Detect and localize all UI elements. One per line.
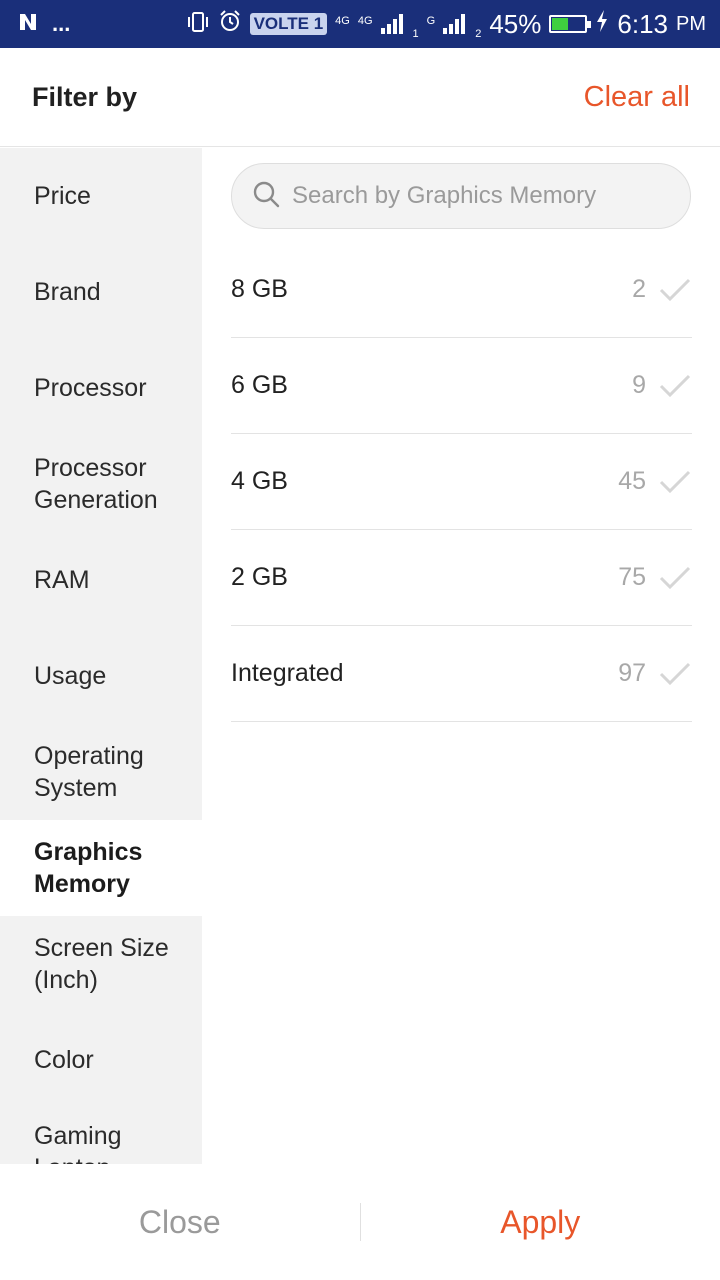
sidebar-item-label: Color [34, 1046, 94, 1074]
sidebar-item-label: Processor Generation [34, 454, 158, 514]
option-label: 6 GB [231, 371, 288, 399]
battery-fill [552, 18, 568, 30]
list-item[interactable]: Integrated 97 [231, 626, 692, 722]
alarm-icon [218, 9, 242, 40]
list-item[interactable]: 6 GB 9 [231, 338, 692, 434]
status-bar-right: VOLTE 1 4G 4G 1 G 2 45% 6:13 PM [186, 9, 706, 40]
sidebar-item-label: Price [34, 182, 91, 210]
option-count: 2 [632, 275, 646, 303]
vibrate-icon [186, 9, 210, 40]
app-notification-icon [18, 11, 38, 37]
volte-badge: VOLTE 1 [249, 13, 328, 35]
sidebar-item-label: Processor [34, 374, 147, 402]
sidebar-item-color[interactable]: Color [0, 1012, 202, 1108]
sidebar-item-processor[interactable]: Processor [0, 340, 202, 436]
apply-button[interactable]: Apply [361, 1204, 720, 1241]
option-count: 75 [618, 563, 646, 591]
network-type-1: 4G [335, 14, 350, 27]
sidebar-item-label: Screen Size (Inch) [34, 934, 169, 994]
option-count: 9 [632, 371, 646, 399]
signal-sim2-icon [443, 14, 466, 34]
search-input[interactable] [292, 182, 672, 210]
status-bar-left: ... [18, 11, 70, 37]
close-button[interactable]: Close [0, 1204, 360, 1241]
clear-all-button[interactable]: Clear all [584, 81, 690, 114]
checkmark-icon[interactable] [658, 273, 692, 307]
sidebar-item-ram[interactable]: RAM [0, 532, 202, 628]
sidebar-item-label: Brand [34, 278, 101, 306]
sidebar-item-screen-size[interactable]: Screen Size (Inch) [0, 916, 202, 1012]
search-icon [252, 180, 280, 213]
sidebar-item-usage[interactable]: Usage [0, 628, 202, 724]
sidebar-item-gaming-laptop[interactable]: Gaming Laptop [0, 1108, 202, 1164]
sim1-label: 1 [412, 27, 419, 40]
sidebar-item-label: Operating System [34, 742, 144, 802]
clock-ampm: PM [676, 12, 706, 35]
sim2-label: 2 [475, 27, 482, 40]
more-notifications-dots: ... [52, 11, 71, 36]
option-label: 2 GB [231, 563, 288, 591]
battery-icon [549, 15, 592, 33]
list-item[interactable]: 2 GB 75 [231, 530, 692, 626]
option-label: Integrated [231, 659, 344, 687]
checkmark-icon[interactable] [658, 561, 692, 595]
sidebar-item-label: Graphics Memory [34, 838, 143, 898]
checkmark-icon[interactable] [658, 369, 692, 403]
list-item[interactable]: 4 GB 45 [231, 434, 692, 530]
sidebar-item-label: Usage [34, 662, 107, 690]
checkmark-icon[interactable] [658, 657, 692, 691]
sidebar-item-label: Gaming Laptop [34, 1122, 122, 1164]
sidebar-item-label: RAM [34, 566, 90, 594]
list-item[interactable]: 8 GB 2 [231, 242, 692, 338]
filter-options-panel: 8 GB 2 6 GB 9 4 GB 45 2 GB 75 Integrated… [202, 148, 720, 1164]
sim2-network-type: G [426, 14, 436, 27]
page-title: Filter by [32, 81, 138, 112]
option-count: 97 [618, 659, 646, 687]
checkmark-icon[interactable] [658, 465, 692, 499]
battery-percent: 45% [489, 8, 542, 39]
filter-category-sidebar: Price Brand Processor Processor Generati… [0, 148, 202, 1164]
network-type-2: 4G [357, 14, 373, 27]
sidebar-item-price[interactable]: Price [0, 148, 202, 244]
sidebar-item-processor-generation[interactable]: Processor Generation [0, 436, 202, 532]
sidebar-item-graphics-memory[interactable]: Graphics Memory [0, 820, 202, 916]
option-label: 8 GB [231, 275, 288, 303]
footer-actions: Close Apply [0, 1164, 720, 1280]
option-count: 45 [618, 467, 646, 495]
charging-icon [595, 9, 609, 40]
option-label: 4 GB [231, 467, 288, 495]
signal-sim1-icon [380, 14, 403, 34]
sidebar-item-brand[interactable]: Brand [0, 244, 202, 340]
options-list: 8 GB 2 6 GB 9 4 GB 45 2 GB 75 Integrated… [231, 242, 692, 722]
sidebar-item-operating-system[interactable]: Operating System [0, 724, 202, 820]
filter-header: Filter by Clear all [0, 48, 720, 147]
search-box[interactable] [231, 163, 691, 229]
status-bar: ... VOLTE 1 4G 4G 1 G 2 45% 6:13 PM [0, 0, 720, 48]
clock-time: 6:13 [617, 8, 668, 39]
